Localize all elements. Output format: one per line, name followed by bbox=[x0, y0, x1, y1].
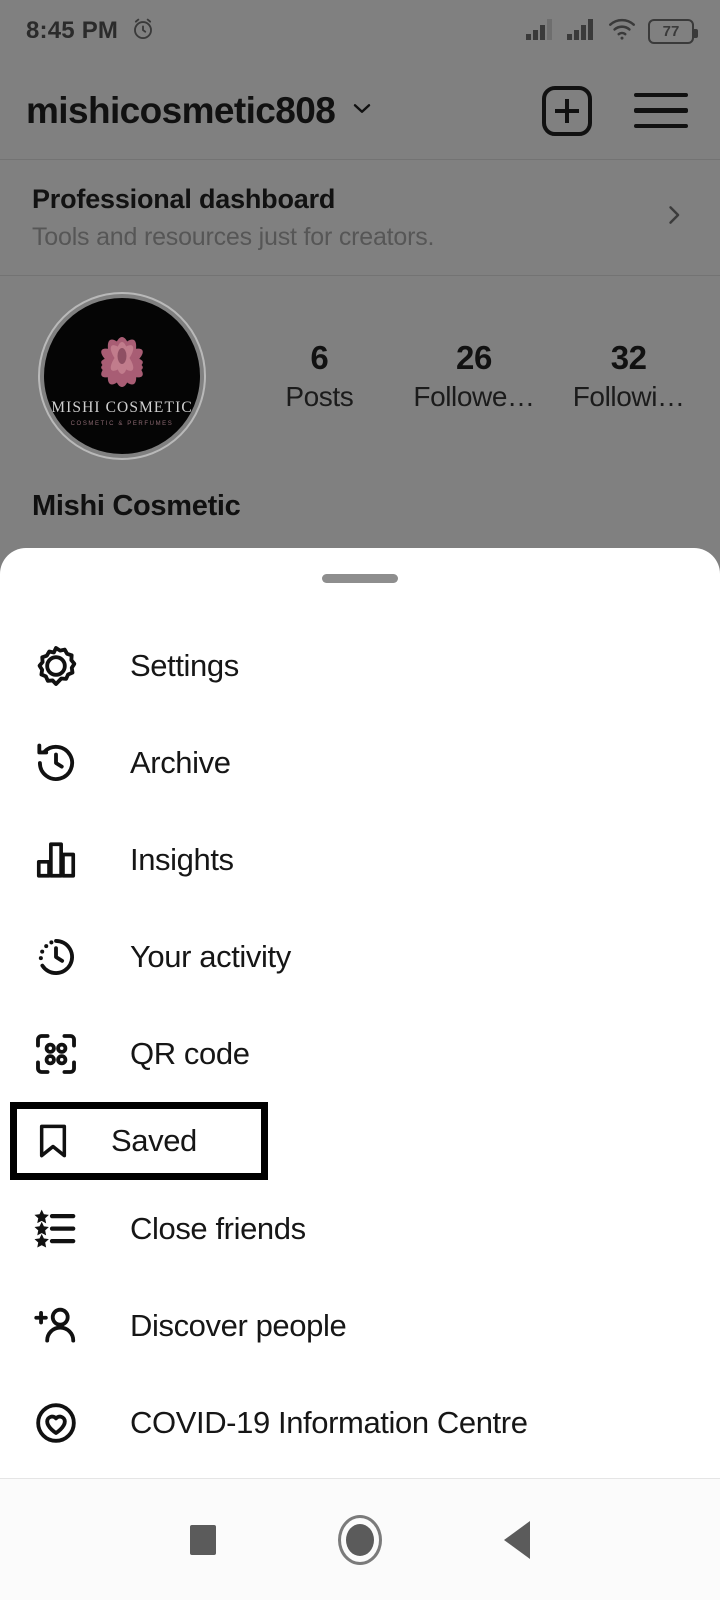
plus-square-icon[interactable] bbox=[542, 85, 592, 136]
lotus-flower-icon bbox=[85, 332, 159, 397]
menu-item-label: Settings bbox=[130, 647, 239, 683]
menu-item-settings[interactable]: Settings bbox=[0, 617, 720, 714]
menu-item-label: Insights bbox=[130, 841, 234, 877]
avatar[interactable]: MISHI COSMETIC COSMETIC & PERFUMES bbox=[38, 292, 206, 460]
bar-chart-icon bbox=[30, 834, 82, 886]
cellular-signal-icon bbox=[525, 17, 555, 46]
triangle-back-icon[interactable] bbox=[504, 1520, 530, 1559]
profile-full-name: Mishi Cosmetic bbox=[32, 490, 241, 522]
stat-followers[interactable]: 26 Followe… bbox=[397, 339, 552, 413]
menu-item-covid-info[interactable]: COVID-19 Information Centre bbox=[0, 1374, 720, 1471]
profile-header: mishicosmetic808 bbox=[0, 62, 720, 160]
menu-item-close-friends[interactable]: Close friends bbox=[0, 1180, 720, 1277]
menu-item-archive[interactable]: Archive bbox=[0, 714, 720, 811]
stats-group: 6 Posts 26 Followe… 32 Followi… bbox=[206, 339, 720, 413]
menu-item-qr-code[interactable]: QR code bbox=[0, 1005, 720, 1102]
square-recents-icon[interactable] bbox=[190, 1524, 216, 1555]
menu-item-label: COVID-19 Information Centre bbox=[130, 1404, 528, 1440]
menu-item-label: Archive bbox=[130, 744, 231, 780]
professional-dashboard-subtitle: Tools and resources just for creators. bbox=[32, 222, 435, 251]
menu-item-label: Close friends bbox=[130, 1210, 306, 1246]
cellular-signal-icon bbox=[566, 17, 596, 46]
stat-value: 6 bbox=[310, 339, 329, 376]
stat-label: Posts bbox=[285, 381, 354, 412]
star-list-icon bbox=[30, 1203, 82, 1255]
menu-item-your-activity[interactable]: Your activity bbox=[0, 908, 720, 1005]
professional-dashboard-text: Professional dashboard Tools and resourc… bbox=[32, 184, 660, 252]
chevron-right-icon[interactable] bbox=[660, 201, 688, 234]
bookmark-icon bbox=[31, 1119, 75, 1163]
person-add-icon bbox=[30, 1300, 82, 1352]
battery-icon: 77 bbox=[648, 18, 698, 44]
activity-clock-icon bbox=[30, 931, 82, 983]
profile-stats-row: MISHI COSMETIC COSMETIC & PERFUMES 6 Pos… bbox=[0, 276, 720, 476]
status-bar: 8:45 PM 77 bbox=[0, 0, 720, 62]
menu-item-insights[interactable]: Insights bbox=[0, 811, 720, 908]
menu-item-label: Saved bbox=[111, 1123, 197, 1158]
status-bar-left: 8:45 PM bbox=[26, 16, 156, 47]
wifi-icon bbox=[607, 17, 637, 46]
professional-dashboard-row[interactable]: Professional dashboard Tools and resourc… bbox=[0, 160, 720, 276]
alarm-clock-icon bbox=[130, 16, 156, 47]
circle-home-icon[interactable] bbox=[338, 1514, 382, 1565]
avatar-tagline-text: COSMETIC & PERFUMES bbox=[70, 420, 174, 427]
android-nav-bar bbox=[0, 1479, 720, 1600]
chevron-down-icon[interactable] bbox=[349, 95, 375, 126]
qr-code-icon bbox=[30, 1028, 82, 1080]
stat-value: 32 bbox=[610, 339, 647, 376]
menu-item-label: Discover people bbox=[130, 1307, 347, 1343]
menu-item-label: Your activity bbox=[130, 938, 291, 974]
drag-handle[interactable] bbox=[322, 574, 398, 583]
stat-label: Followe… bbox=[413, 381, 535, 412]
menu-item-label: QR code bbox=[130, 1035, 250, 1071]
status-bar-time: 8:45 PM bbox=[26, 17, 119, 44]
professional-dashboard-title: Professional dashboard bbox=[32, 183, 336, 214]
avatar-image: MISHI COSMETIC COSMETIC & PERFUMES bbox=[44, 298, 200, 454]
gear-icon bbox=[30, 640, 82, 692]
battery-level-text: 77 bbox=[662, 22, 680, 40]
menu-list: Settings Archive Insights Your activity … bbox=[0, 617, 720, 1471]
archive-clock-icon bbox=[30, 737, 82, 789]
hamburger-menu-icon[interactable] bbox=[634, 92, 688, 129]
heart-circle-icon bbox=[30, 1397, 82, 1449]
stat-value: 26 bbox=[456, 339, 492, 376]
menu-item-saved[interactable]: Saved bbox=[10, 1102, 268, 1180]
avatar-brand-text: MISHI COSMETIC bbox=[51, 398, 193, 416]
stat-label: Followi… bbox=[572, 381, 685, 412]
menu-item-discover-people[interactable]: Discover people bbox=[0, 1277, 720, 1374]
bottom-sheet-menu: Settings Archive Insights Your activity … bbox=[0, 548, 720, 1478]
stat-following[interactable]: 32 Followi… bbox=[551, 339, 706, 413]
stat-posts[interactable]: 6 Posts bbox=[242, 339, 397, 413]
username-title[interactable]: mishicosmetic808 bbox=[26, 90, 336, 132]
status-bar-right: 77 bbox=[525, 17, 698, 46]
dimmed-profile-backdrop: 8:45 PM 77 mishicosmetic808 Professional… bbox=[0, 0, 720, 600]
